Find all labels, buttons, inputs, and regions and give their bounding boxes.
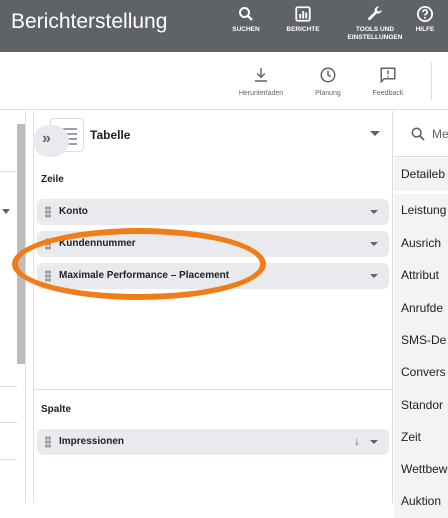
feedback-button[interactable]: Feedback: [360, 66, 416, 97]
metric-category[interactable]: Ausrich: [394, 227, 448, 260]
chevron-down-icon[interactable]: [370, 274, 378, 278]
metric-category[interactable]: Wettbew: [394, 453, 448, 486]
chevron-down-icon[interactable]: [370, 440, 378, 444]
highlight-annotation: [12, 228, 266, 300]
left-panel-divider: [0, 459, 17, 460]
download-icon: [255, 68, 267, 82]
toolbar-divider: [431, 62, 432, 100]
metric-category[interactable]: Auktion: [394, 485, 448, 518]
feedback-label: Feedback: [372, 90, 404, 97]
chip-label: Impressionen: [59, 436, 125, 447]
help-icon: [416, 5, 434, 23]
metric-category[interactable]: Convers: [394, 356, 448, 389]
search-icon: [239, 7, 253, 21]
feedback-icon: [380, 67, 396, 84]
download-label: Herunterladen: [238, 90, 284, 97]
drag-handle-icon[interactable]: [45, 206, 51, 218]
scrollbar-thumb[interactable]: [17, 124, 25, 364]
section-divider: [33, 389, 393, 390]
nav-tools-button[interactable]: TOOLS UND EINSTELLUNGEN: [340, 5, 410, 49]
download-button[interactable]: Herunterladen: [233, 66, 289, 97]
nav-tools-label: TOOLS UND EINSTELLUNGEN: [347, 26, 403, 41]
chip-label: Konto: [59, 206, 88, 217]
metric-category[interactable]: Attribut: [394, 259, 448, 292]
metric-category[interactable]: Zeit: [394, 421, 448, 454]
expand-panel-button[interactable]: »: [33, 125, 69, 157]
reports-icon: [295, 6, 311, 22]
metric-category[interactable]: SMS-De: [394, 324, 448, 357]
metric-category[interactable]: Detaileb: [394, 158, 448, 191]
metric-category[interactable]: Anrufde: [394, 292, 448, 325]
chart-type-label[interactable]: Tabelle: [90, 128, 130, 142]
metric-category[interactable]: Standor: [394, 389, 448, 422]
chevron-down-icon: [2, 209, 10, 214]
schedule-label: Planung: [315, 90, 341, 97]
schedule-button[interactable]: Planung: [300, 66, 356, 97]
drag-handle-icon[interactable]: [45, 436, 51, 448]
top-app-bar: Berichterstellung SUCHEN BERICHTE TOOLS …: [0, 0, 448, 52]
sort-descending-icon[interactable]: ↓: [354, 434, 360, 448]
chevron-down-icon[interactable]: [370, 131, 380, 136]
clock-icon: [320, 67, 336, 83]
left-panel-divider: [0, 422, 17, 423]
wrench-icon: [368, 6, 382, 21]
nav-search-label: SUCHEN: [232, 26, 260, 33]
column-section-title: Spalte: [41, 404, 72, 415]
nav-reports-label: BERICHTE: [286, 26, 320, 33]
row-chip-account[interactable]: Konto: [37, 199, 389, 225]
nav-help-label: HILFE: [415, 26, 435, 33]
nav-help-button[interactable]: HILFE: [412, 5, 438, 49]
row-section-title: Zeile: [41, 174, 64, 185]
left-panel-divider: [0, 386, 17, 387]
search-icon: [411, 127, 425, 141]
chevron-down-icon[interactable]: [370, 210, 378, 214]
nav-search-button[interactable]: SUCHEN: [228, 5, 264, 49]
double-chevron-right-icon: »: [42, 130, 51, 147]
chevron-down-icon[interactable]: [370, 242, 378, 246]
column-chip-impressions[interactable]: Impressionen ↓: [37, 429, 389, 455]
page-title: Berichterstellung: [11, 10, 168, 33]
metric-category[interactable]: Leistung: [394, 194, 448, 227]
metrics-search-input[interactable]: Me: [432, 127, 448, 141]
nav-reports-button[interactable]: BERICHTE: [282, 5, 324, 49]
report-toolbar: Herunterladen Planung Feedback: [0, 52, 448, 110]
